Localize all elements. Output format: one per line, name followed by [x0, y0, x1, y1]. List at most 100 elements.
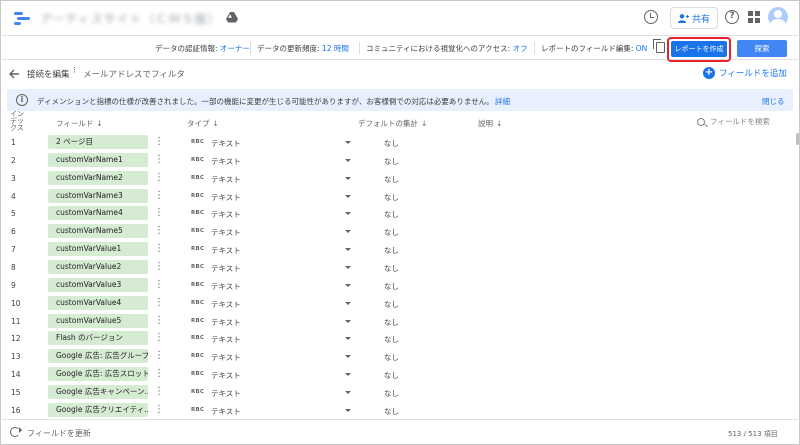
- apps-grid-icon[interactable]: [748, 11, 760, 23]
- field-type-select[interactable]: テキスト: [211, 138, 241, 149]
- field-name-chip[interactable]: customVarValue1: [48, 242, 148, 257]
- default-aggregation[interactable]: なし: [384, 334, 399, 345]
- refresh-icon[interactable]: [10, 427, 22, 437]
- field-search-input[interactable]: フィールドを検索: [697, 116, 770, 127]
- field-type-select[interactable]: テキスト: [211, 281, 241, 292]
- column-header-type[interactable]: タイプ ↓: [187, 118, 219, 129]
- more-vert-icon[interactable]: ⋮: [154, 279, 164, 291]
- more-vert-icon[interactable]: ⋮: [154, 136, 164, 148]
- more-vert-icon[interactable]: ⋮: [154, 350, 164, 362]
- default-aggregation[interactable]: なし: [384, 352, 399, 363]
- field-type-select[interactable]: テキスト: [211, 299, 241, 310]
- more-vert-icon[interactable]: ⋮: [154, 297, 164, 309]
- field-type-select[interactable]: テキスト: [211, 370, 241, 381]
- more-vert-icon[interactable]: ⋮: [154, 172, 164, 184]
- column-header-description[interactable]: 説明 ↓: [478, 118, 502, 129]
- more-vert-icon[interactable]: ⋮: [154, 243, 164, 255]
- banner-close-link[interactable]: 閉じる: [762, 96, 785, 107]
- default-aggregation[interactable]: なし: [384, 227, 399, 238]
- field-type-select[interactable]: テキスト: [211, 174, 241, 185]
- chevron-down-icon[interactable]: [345, 230, 351, 234]
- field-type-select[interactable]: テキスト: [211, 245, 241, 256]
- chevron-down-icon[interactable]: [345, 408, 351, 412]
- field-name-chip[interactable]: customVarName1: [48, 152, 148, 167]
- more-vert-icon[interactable]: ⋮: [154, 154, 164, 166]
- field-name-chip[interactable]: customVarValue4: [48, 295, 148, 310]
- default-aggregation[interactable]: なし: [384, 406, 399, 417]
- chevron-down-icon[interactable]: [345, 283, 351, 287]
- chevron-down-icon[interactable]: [345, 301, 351, 305]
- chevron-down-icon[interactable]: [345, 373, 351, 377]
- back-arrow-icon[interactable]: [9, 69, 19, 79]
- chevron-down-icon[interactable]: [345, 248, 351, 252]
- chevron-down-icon[interactable]: [345, 390, 351, 394]
- field-edit-toggle[interactable]: ON: [636, 44, 648, 53]
- default-aggregation[interactable]: なし: [384, 156, 399, 167]
- field-name-chip[interactable]: Google 広告クリエイティ...: [48, 402, 148, 417]
- default-aggregation[interactable]: なし: [384, 174, 399, 185]
- datasource-name[interactable]: メールアドレスでフィルタ: [83, 68, 185, 80]
- default-aggregation[interactable]: なし: [384, 192, 399, 203]
- field-type-select[interactable]: テキスト: [211, 209, 241, 220]
- field-type-select[interactable]: テキスト: [211, 263, 241, 274]
- chevron-down-icon[interactable]: [345, 212, 351, 216]
- more-vert-icon[interactable]: ⋮: [154, 315, 164, 327]
- report-title[interactable]: アーティスサイト（ＣＭＳ版）: [40, 10, 221, 27]
- default-aggregation[interactable]: なし: [384, 370, 399, 381]
- chevron-down-icon[interactable]: [345, 158, 351, 162]
- more-vert-icon[interactable]: ⋮: [154, 207, 164, 219]
- default-aggregation[interactable]: なし: [384, 138, 399, 149]
- field-type-select[interactable]: テキスト: [211, 352, 241, 363]
- default-aggregation[interactable]: なし: [384, 299, 399, 310]
- field-type-select[interactable]: テキスト: [211, 334, 241, 345]
- default-aggregation[interactable]: なし: [384, 245, 399, 256]
- field-name-chip[interactable]: customVarName4: [48, 206, 148, 221]
- edit-connection-link[interactable]: 接続を編集: [27, 68, 70, 80]
- field-name-chip[interactable]: 2 ページ目: [48, 135, 148, 149]
- field-type-select[interactable]: テキスト: [211, 388, 241, 399]
- version-history-icon[interactable]: [644, 10, 658, 24]
- field-type-select[interactable]: テキスト: [211, 156, 241, 167]
- account-avatar[interactable]: [768, 7, 788, 27]
- banner-detail-link[interactable]: 詳細: [495, 96, 510, 107]
- more-vert-icon[interactable]: ⋮: [154, 261, 164, 273]
- field-type-select[interactable]: テキスト: [211, 227, 241, 238]
- chevron-down-icon[interactable]: [345, 355, 351, 359]
- field-type-select[interactable]: テキスト: [211, 192, 241, 203]
- field-name-chip[interactable]: customVarValue2: [48, 259, 148, 274]
- looker-studio-logo-icon[interactable]: [14, 10, 30, 26]
- chevron-down-icon[interactable]: [345, 337, 351, 341]
- default-aggregation[interactable]: なし: [384, 388, 399, 399]
- explore-button[interactable]: 探索: [737, 40, 787, 57]
- google-drive-icon[interactable]: [226, 12, 238, 23]
- more-vert-icon[interactable]: ⋮: [154, 386, 164, 398]
- more-vert-icon[interactable]: ⋮: [154, 190, 164, 202]
- scrollbar-thumb[interactable]: [796, 133, 799, 145]
- more-vert-icon[interactable]: ⋮: [154, 225, 164, 237]
- freshness-link[interactable]: 12 時間: [322, 44, 349, 53]
- chevron-down-icon[interactable]: [345, 265, 351, 269]
- default-aggregation[interactable]: なし: [384, 209, 399, 220]
- field-name-chip[interactable]: customVarName2: [48, 170, 148, 185]
- more-vert-icon[interactable]: ⁝: [73, 66, 76, 76]
- help-icon[interactable]: ?: [725, 10, 739, 24]
- field-name-chip[interactable]: Google 広告キャンペーン...: [48, 384, 148, 399]
- field-name-chip[interactable]: customVarName3: [48, 188, 148, 203]
- field-name-chip[interactable]: Google 広告: 広告グループ: [48, 349, 148, 364]
- column-header-default-agg[interactable]: デフォルトの集計 ↓: [358, 118, 427, 129]
- field-name-chip[interactable]: Flash のバージョン: [48, 331, 148, 346]
- community-access-link[interactable]: オフ: [513, 44, 528, 53]
- more-vert-icon[interactable]: ⋮: [154, 332, 164, 344]
- chevron-down-icon[interactable]: [345, 194, 351, 198]
- chevron-down-icon[interactable]: [345, 176, 351, 180]
- default-aggregation[interactable]: なし: [384, 263, 399, 274]
- more-vert-icon[interactable]: ⋮: [154, 404, 164, 416]
- share-button[interactable]: 共有: [670, 7, 718, 29]
- default-aggregation[interactable]: なし: [384, 317, 399, 328]
- credentials-link[interactable]: オーナー: [220, 44, 250, 53]
- field-name-chip[interactable]: customVarValue3: [48, 277, 148, 292]
- chevron-down-icon[interactable]: [345, 319, 351, 323]
- default-aggregation[interactable]: なし: [384, 281, 399, 292]
- field-name-chip[interactable]: Google 広告: 広告スロット: [48, 367, 148, 382]
- more-vert-icon[interactable]: ⋮: [154, 368, 164, 380]
